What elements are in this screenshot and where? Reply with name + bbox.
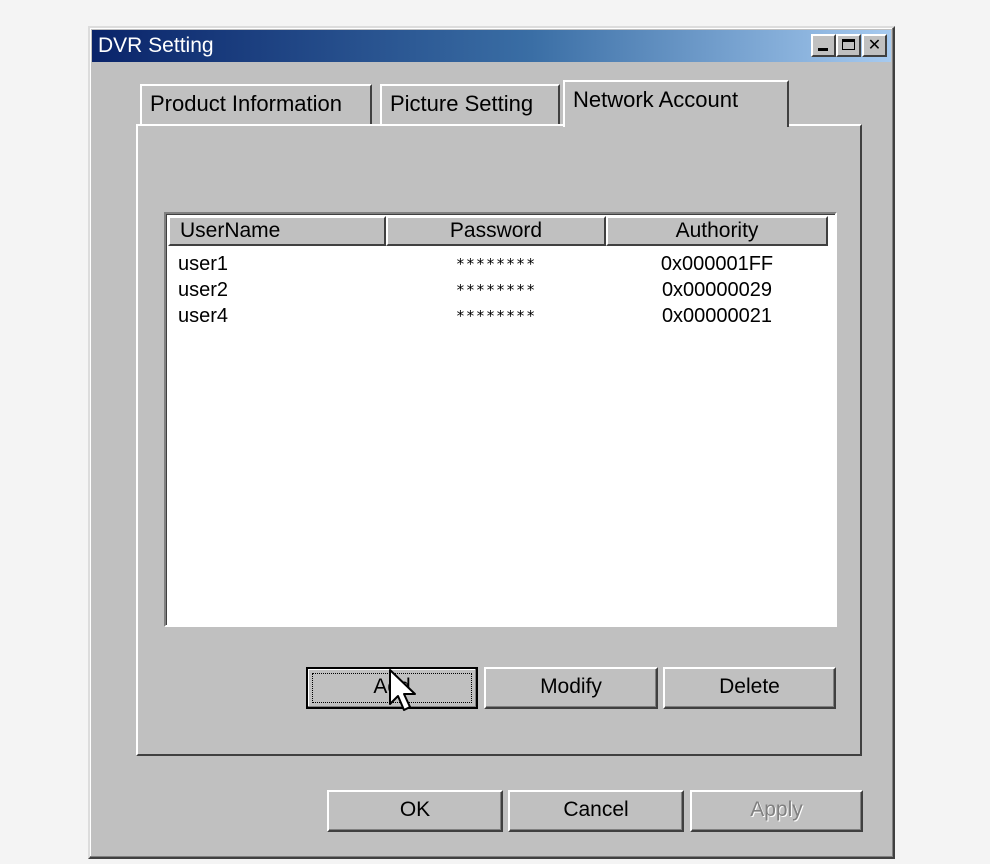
window-title: DVR Setting — [98, 34, 214, 57]
ok-button[interactable]: OK — [327, 790, 503, 832]
title-bar[interactable]: DVR Setting ✕ — [92, 30, 891, 62]
list-item[interactable]: user2 ******** 0x00000029 — [168, 278, 828, 304]
delete-button-label: Delete — [719, 675, 780, 698]
accounts-list[interactable]: UserName Password Authority user1 ******… — [164, 212, 837, 627]
apply-button[interactable]: Apply — [690, 790, 863, 832]
column-header-password[interactable]: Password — [386, 216, 606, 246]
tab-product-information[interactable]: Product Information — [140, 84, 372, 126]
cancel-button[interactable]: Cancel — [508, 790, 684, 832]
list-item[interactable]: user4 ******** 0x00000021 — [168, 304, 828, 330]
cancel-button-label: Cancel — [563, 798, 629, 821]
close-button[interactable]: ✕ — [862, 34, 887, 57]
mouse-cursor-icon — [389, 669, 416, 711]
tab-label: Network Account — [573, 87, 739, 112]
delete-button[interactable]: Delete — [663, 667, 836, 709]
username-cell: user2 — [178, 279, 229, 301]
column-header-username[interactable]: UserName — [168, 216, 386, 246]
close-icon: ✕ — [867, 35, 882, 54]
tab-network-account[interactable]: Network Account — [563, 80, 789, 127]
list-header: UserName Password Authority — [168, 216, 828, 246]
tab-label: Product Information — [150, 91, 342, 116]
maximize-button[interactable] — [836, 34, 861, 57]
column-header-authority[interactable]: Authority — [606, 216, 828, 246]
apply-button-label: Apply — [750, 798, 803, 821]
authority-cell: 0x00000021 — [661, 305, 773, 327]
password-cell: ******** — [455, 255, 537, 273]
minimize-button[interactable] — [811, 34, 836, 57]
authority-cell: 0x000001FF — [660, 253, 774, 275]
password-cell: ******** — [455, 307, 537, 325]
minimize-icon — [818, 48, 828, 51]
list-item[interactable]: user1 ******** 0x000001FF — [168, 252, 828, 278]
tab-label: Picture Setting — [390, 91, 534, 116]
modify-button[interactable]: Modify — [484, 667, 658, 709]
username-cell: user1 — [178, 253, 229, 275]
authority-cell: 0x00000029 — [661, 279, 773, 301]
maximize-icon — [842, 39, 855, 50]
ok-button-label: OK — [399, 798, 431, 821]
tab-picture-setting[interactable]: Picture Setting — [380, 84, 560, 126]
username-cell: user4 — [178, 305, 229, 327]
password-cell: ******** — [455, 281, 537, 299]
modify-button-label: Modify — [540, 675, 602, 698]
list-rows: user1 ******** 0x000001FF user2 ********… — [168, 252, 828, 330]
